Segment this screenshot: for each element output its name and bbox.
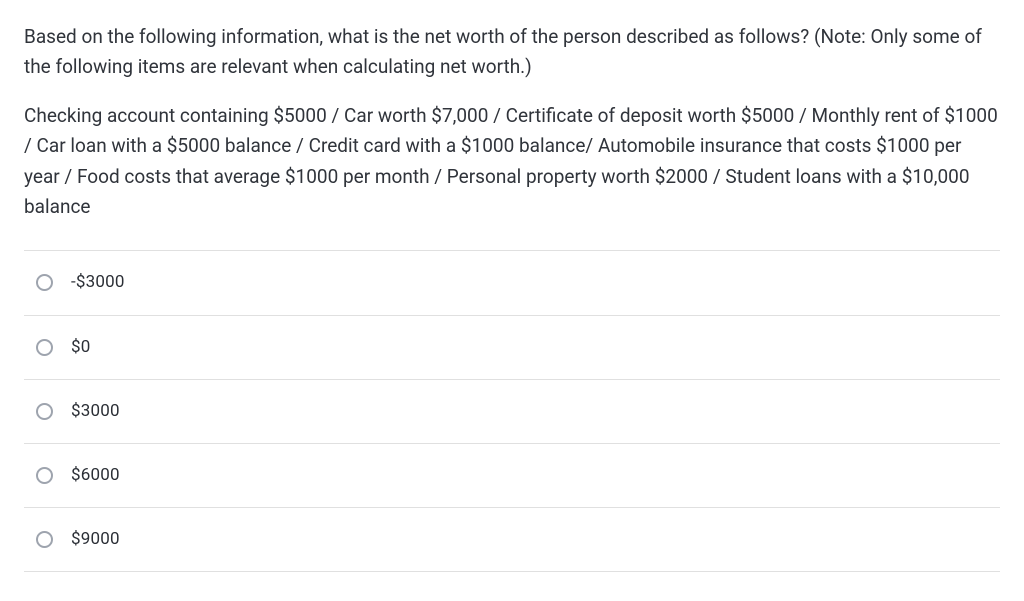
option-label: $3000 — [71, 398, 120, 425]
option-row[interactable]: $3000 — [24, 380, 1000, 444]
question-detail: Checking account containing $5000 / Car … — [24, 101, 1000, 223]
answer-options: -$3000 $0 $3000 $6000 $9000 — [24, 250, 1000, 572]
question-stem: Based on the following information, what… — [24, 22, 1000, 83]
radio-icon[interactable] — [36, 467, 53, 484]
option-label: $6000 — [71, 462, 120, 489]
option-row[interactable]: -$3000 — [24, 251, 1000, 315]
radio-icon[interactable] — [36, 403, 53, 420]
radio-icon[interactable] — [36, 531, 53, 548]
radio-icon[interactable] — [36, 274, 53, 291]
option-label: -$3000 — [71, 269, 125, 296]
option-row[interactable]: $0 — [24, 316, 1000, 380]
option-row[interactable]: $9000 — [24, 508, 1000, 572]
radio-icon[interactable] — [36, 339, 53, 356]
option-row[interactable]: $6000 — [24, 444, 1000, 508]
option-label: $9000 — [71, 526, 120, 553]
option-label: $0 — [71, 334, 91, 361]
